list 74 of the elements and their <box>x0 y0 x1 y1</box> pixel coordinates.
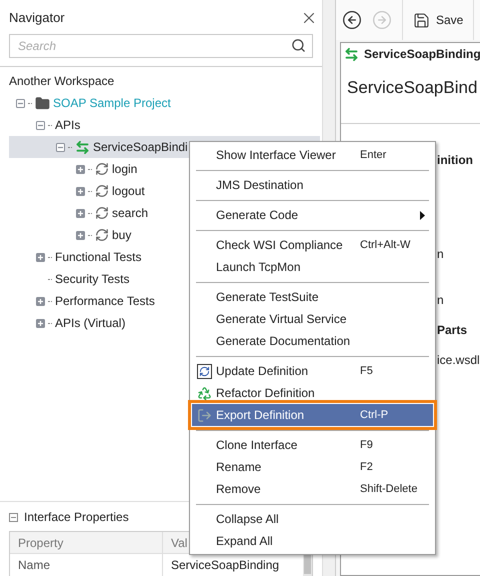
refresh-icon <box>95 228 109 242</box>
tree-label: ServiceSoapBindi <box>93 139 188 156</box>
expand-icon[interactable] <box>76 208 85 218</box>
tree-label: Security Tests <box>55 271 130 288</box>
column-header: Property <box>18 534 64 552</box>
shortcut-label: Shift-Delete <box>360 482 418 497</box>
tree-label: APIs <box>55 117 80 134</box>
menu-item[interactable]: Update Definition F5 <box>192 360 433 382</box>
arrows-icon <box>75 140 90 154</box>
refresh-icon <box>196 364 212 378</box>
expand-icon[interactable] <box>36 252 45 262</box>
tree-label: Functional Tests <box>55 249 142 266</box>
save-icon <box>413 12 430 28</box>
tree-label: SOAP Sample Project <box>53 95 171 112</box>
table-cell-text: ServiceSoapBinding <box>170 557 280 574</box>
collapse-icon[interactable] <box>36 120 45 130</box>
menu-item[interactable]: Generate TestSuite <box>192 286 433 308</box>
tree-label: login <box>112 161 138 178</box>
menu-item[interactable]: Refactor Definition <box>192 382 433 404</box>
refresh-icon <box>95 162 109 176</box>
table-cell: Name <box>10 554 163 576</box>
menu-item[interactable]: Remove Shift-Delete <box>192 478 433 500</box>
expand-icon[interactable] <box>36 296 45 306</box>
tree-label: Performance Tests <box>55 293 155 310</box>
export-icon <box>196 408 212 422</box>
section-text: inition <box>437 152 473 169</box>
tree-label: search <box>112 205 148 222</box>
column-header: Val <box>171 534 188 552</box>
menu-item[interactable]: Check WSI Compliance Ctrl+Alt-W <box>192 234 433 256</box>
folder-icon <box>35 96 50 110</box>
menu-item[interactable]: Collapse All <box>192 508 433 530</box>
shortcut-label: Ctrl-P <box>360 408 388 423</box>
menu-item[interactable]: Generate Documentation <box>192 330 433 352</box>
refresh-icon <box>95 206 109 220</box>
menu-item[interactable]: Generate Code <box>192 204 433 226</box>
section-text: ice.wsdl <box>437 352 480 369</box>
search-field[interactable]: Search <box>9 34 313 58</box>
back-icon[interactable] <box>342 10 362 30</box>
expand-icon[interactable] <box>76 164 85 174</box>
section-text: Parts <box>437 322 468 339</box>
shortcut-label: F2 <box>360 460 373 475</box>
menu-item[interactable]: Launch TcpMon <box>192 256 433 278</box>
editor-heading: ServiceSoapBind <box>346 77 478 99</box>
menu-item[interactable]: Generate Virtual Service <box>192 308 433 330</box>
arrows-icon <box>344 46 359 62</box>
section-text: n <box>437 246 444 263</box>
panel-title: Navigator <box>9 9 65 28</box>
section-title: Interface Properties <box>24 509 129 526</box>
shortcut-label: F5 <box>360 364 373 379</box>
expand-icon[interactable] <box>76 186 85 196</box>
shortcut-label: Ctrl+Alt-W <box>360 238 410 253</box>
expand-icon[interactable] <box>36 318 45 328</box>
tree-row[interactable]: APIs <box>9 114 320 136</box>
save-button[interactable]: Save <box>413 11 464 29</box>
search-icon[interactable] <box>291 38 306 53</box>
collapse-icon[interactable] <box>56 142 65 152</box>
tree-label: APIs (Virtual) <box>55 315 126 332</box>
menu-item[interactable]: JMS Destination <box>192 174 433 196</box>
recycle-icon <box>196 386 212 400</box>
editor-tab[interactable]: ServiceSoapBinding <box>364 45 480 63</box>
tree-label: logout <box>112 183 145 200</box>
section-text: n <box>437 292 444 309</box>
menu-item[interactable]: Rename F2 <box>192 456 433 478</box>
menu-item[interactable]: Clone Interface F9 <box>192 434 433 456</box>
expand-icon[interactable] <box>76 230 85 240</box>
shortcut-label: Enter <box>360 148 386 163</box>
menu-item[interactable]: Export Definition Ctrl-P <box>192 404 433 426</box>
menu-item[interactable]: Expand All <box>192 530 433 552</box>
refresh-icon <box>95 184 109 198</box>
tree-label: buy <box>112 227 132 244</box>
shortcut-label: F9 <box>360 438 373 453</box>
collapse-icon[interactable] <box>16 98 25 108</box>
collapse-icon[interactable] <box>9 512 18 522</box>
workspace-label: Another Workspace <box>9 73 116 90</box>
